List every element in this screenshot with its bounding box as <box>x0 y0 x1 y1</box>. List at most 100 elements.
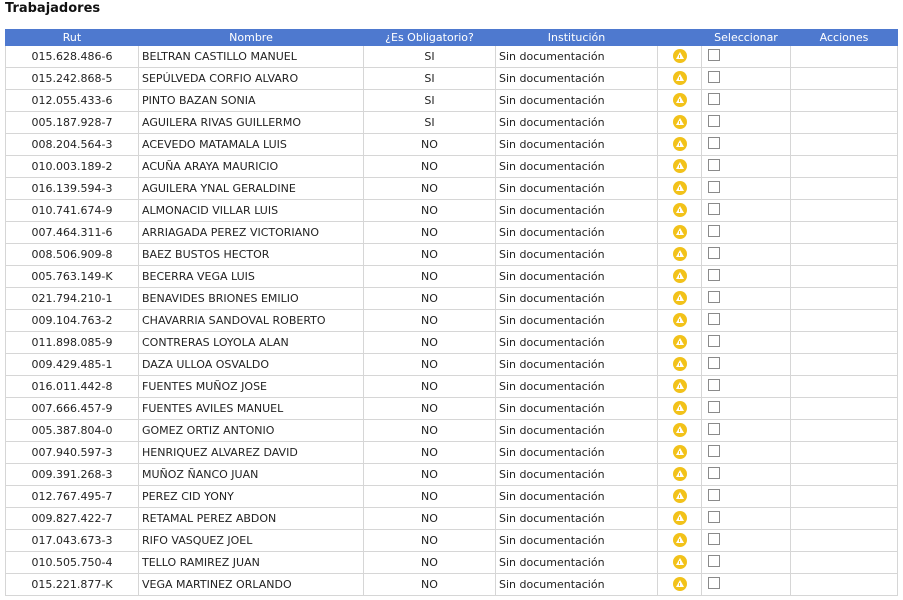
column-header-rut[interactable]: Rut <box>5 29 139 46</box>
warning-icon[interactable] <box>672 313 687 327</box>
table-row: 007.666.457-9 FUENTES AVILES MANUEL NO Sin … <box>5 397 898 420</box>
status-cell <box>657 221 702 244</box>
table-row: 005.763.149-K BECERRA VEGA LUIS NO Sin docu… <box>5 265 898 288</box>
select-checkbox[interactable] <box>708 532 720 545</box>
select-checkbox[interactable] <box>708 114 720 127</box>
select-checkbox[interactable] <box>708 554 720 567</box>
status-cell <box>657 573 702 596</box>
warning-icon[interactable] <box>672 115 687 129</box>
seleccionar-cell <box>701 573 791 596</box>
select-checkbox[interactable] <box>708 70 720 83</box>
seleccionar-cell <box>701 353 791 376</box>
select-checkbox[interactable] <box>708 356 720 369</box>
table-row: 009.429.485-1 DAZA ULLOA OSVALDO NO Sin doc… <box>5 353 898 376</box>
column-header-obligatorio[interactable]: ¿Es Obligatorio? <box>363 29 496 46</box>
warning-icon[interactable] <box>672 401 687 415</box>
warning-icon[interactable] <box>672 247 687 261</box>
warning-icon[interactable] <box>672 203 687 217</box>
select-checkbox[interactable] <box>708 48 720 61</box>
rut-cell: 009.827.422-7 <box>5 507 139 530</box>
warning-icon[interactable] <box>672 445 687 459</box>
nombre-cell: BECERRA VEGA LUIS <box>138 265 364 288</box>
select-checkbox[interactable] <box>708 312 720 325</box>
select-checkbox[interactable] <box>708 422 720 435</box>
obligatorio-cell: NO <box>363 485 496 508</box>
warning-icon[interactable] <box>672 71 687 85</box>
rut-cell: 007.940.597-3 <box>5 441 139 464</box>
obligatorio-cell: SI <box>363 111 496 134</box>
rut-cell: 008.204.564-3 <box>5 133 139 156</box>
table-row: 012.767.495-7 PEREZ CID YONY NO Sin documen… <box>5 485 898 508</box>
warning-icon[interactable] <box>672 511 687 525</box>
warning-icon[interactable] <box>672 291 687 305</box>
table-row: 011.898.085-9 CONTRERAS LOYOLA ALAN NO Sin … <box>5 331 898 354</box>
warning-icon[interactable] <box>672 467 687 481</box>
select-checkbox[interactable] <box>708 202 720 215</box>
select-checkbox[interactable] <box>708 268 720 281</box>
select-checkbox[interactable] <box>708 510 720 523</box>
nombre-cell: AGUILERA YNAL GERALDINE <box>138 177 364 200</box>
select-checkbox[interactable] <box>708 576 720 589</box>
warning-icon[interactable] <box>672 423 687 437</box>
warning-icon[interactable] <box>672 159 687 173</box>
select-checkbox[interactable] <box>708 158 720 171</box>
institucion-cell: Sin documentación <box>495 221 658 244</box>
warning-icon[interactable] <box>672 181 687 195</box>
warning-icon[interactable] <box>672 577 687 591</box>
acciones-cell <box>790 111 898 134</box>
table-row: 009.827.422-7 RETAMAL PEREZ ABDON NO Sin do… <box>5 507 898 530</box>
rut-cell: 008.506.909-8 <box>5 243 139 266</box>
status-cell <box>657 111 702 134</box>
warning-icon[interactable] <box>672 225 687 239</box>
column-header-nombre[interactable]: Nombre <box>138 29 364 46</box>
warning-icon[interactable] <box>672 49 687 63</box>
select-checkbox[interactable] <box>708 290 720 303</box>
select-checkbox[interactable] <box>708 136 720 149</box>
warning-icon[interactable] <box>672 555 687 569</box>
warning-icon[interactable] <box>672 357 687 371</box>
select-checkbox[interactable] <box>708 378 720 391</box>
nombre-cell: BAEZ BUSTOS HECTOR <box>138 243 364 266</box>
warning-icon[interactable] <box>672 533 687 547</box>
column-header-seleccionar[interactable]: Seleccionar <box>701 29 791 46</box>
select-checkbox[interactable] <box>708 444 720 457</box>
institucion-cell: Sin documentación <box>495 331 658 354</box>
institucion-cell: Sin documentación <box>495 441 658 464</box>
rut-cell: 009.104.763-2 <box>5 309 139 332</box>
rut-cell: 016.011.442-8 <box>5 375 139 398</box>
select-checkbox[interactable] <box>708 246 720 259</box>
warning-icon[interactable] <box>672 93 687 107</box>
acciones-cell <box>790 397 898 420</box>
acciones-cell <box>790 221 898 244</box>
column-header-institucion[interactable]: Institución <box>495 29 658 46</box>
rut-cell: 015.628.486-6 <box>5 45 139 68</box>
institucion-cell: Sin documentación <box>495 353 658 376</box>
institucion-cell: Sin documentación <box>495 551 658 574</box>
select-checkbox[interactable] <box>708 488 720 501</box>
warning-icon[interactable] <box>672 335 687 349</box>
institucion-cell: Sin documentación <box>495 529 658 552</box>
select-checkbox[interactable] <box>708 224 720 237</box>
nombre-cell: FUENTES MUÑOZ JOSE <box>138 375 364 398</box>
seleccionar-cell <box>701 199 791 222</box>
table-row: 016.139.594-3 AGUILERA YNAL GERALDINE NO Si… <box>5 177 898 200</box>
select-checkbox[interactable] <box>708 334 720 347</box>
acciones-cell <box>790 177 898 200</box>
warning-icon[interactable] <box>672 137 687 151</box>
select-checkbox[interactable] <box>708 400 720 413</box>
warning-icon[interactable] <box>672 489 687 503</box>
obligatorio-cell: NO <box>363 309 496 332</box>
select-checkbox[interactable] <box>708 92 720 105</box>
warning-icon[interactable] <box>672 269 687 283</box>
acciones-cell <box>790 573 898 596</box>
select-checkbox[interactable] <box>708 180 720 193</box>
nombre-cell: PEREZ CID YONY <box>138 485 364 508</box>
table-row: 010.003.189-2 ACUÑA ARAYA MAURICIO NO Sin d… <box>5 155 898 178</box>
select-checkbox[interactable] <box>708 466 720 479</box>
obligatorio-cell: NO <box>363 353 496 376</box>
warning-icon[interactable] <box>672 379 687 393</box>
rut-cell: 005.187.928-7 <box>5 111 139 134</box>
institucion-cell: Sin documentación <box>495 177 658 200</box>
acciones-cell <box>790 463 898 486</box>
acciones-cell <box>790 287 898 310</box>
